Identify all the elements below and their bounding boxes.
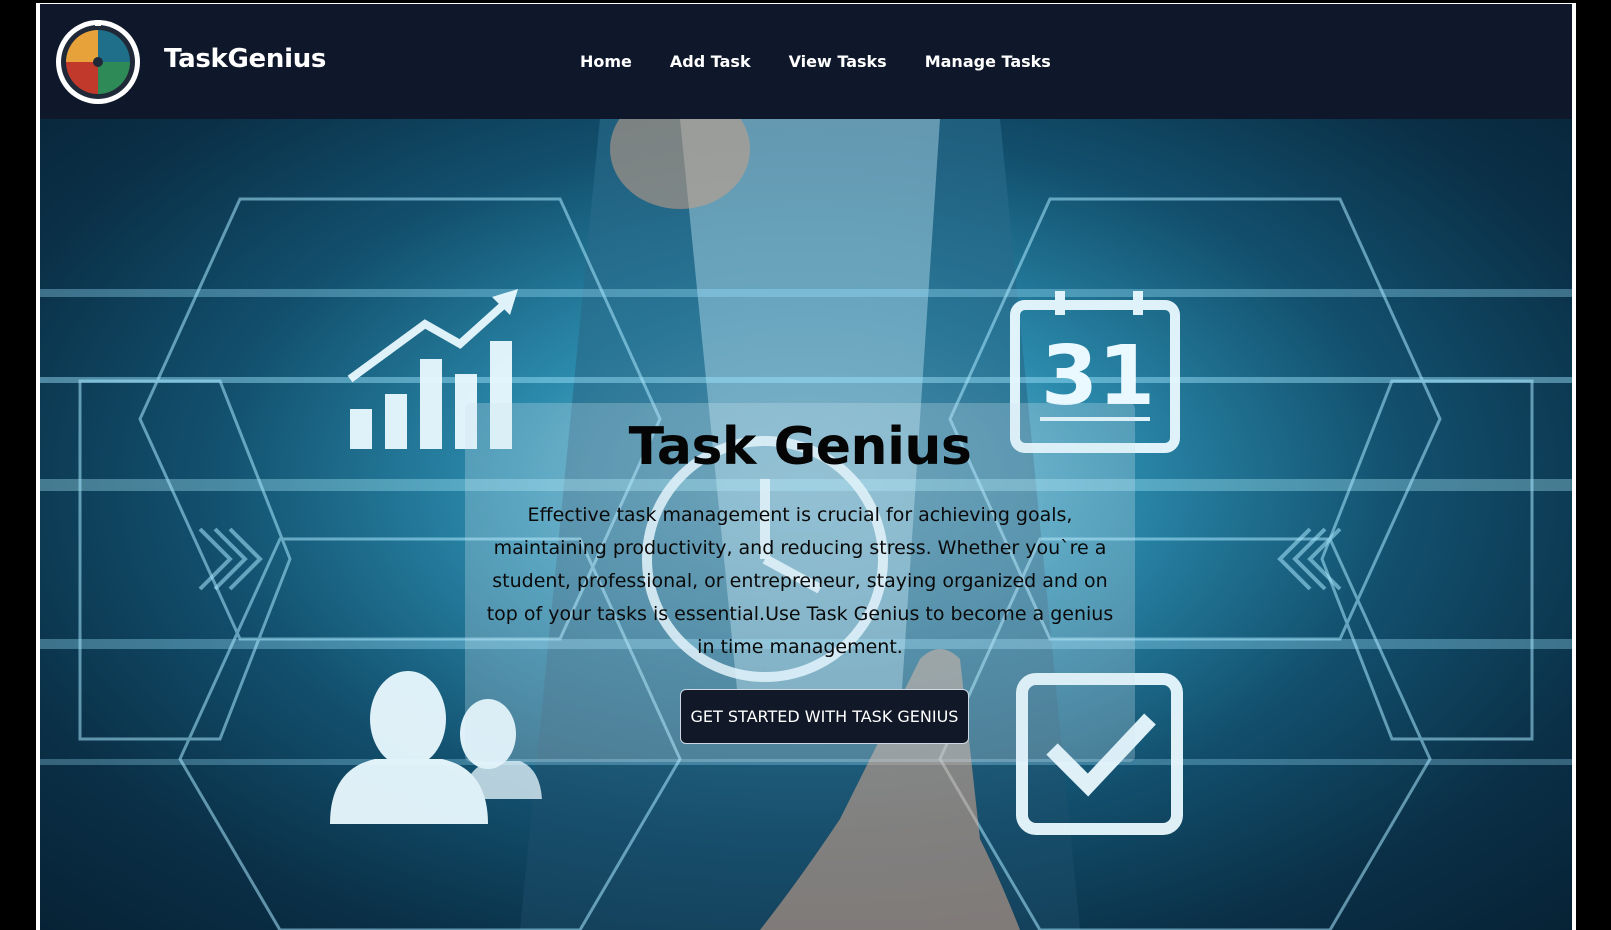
- brand-name[interactable]: TaskGenius: [164, 44, 326, 74]
- nav-manage-tasks[interactable]: Manage Tasks: [925, 52, 1051, 71]
- nav-home[interactable]: Home: [580, 52, 632, 71]
- nav-view-tasks[interactable]: View Tasks: [789, 52, 887, 71]
- main-nav: Home Add Task View Tasks Manage Tasks: [580, 52, 1051, 71]
- hero-description: Effective task management is crucial for…: [486, 504, 1114, 658]
- taskgenius-logo-icon[interactable]: [54, 18, 142, 106]
- nav-add-task[interactable]: Add Task: [670, 52, 751, 71]
- get-started-button[interactable]: GET STARTED WITH TASK GENIUS: [680, 689, 969, 744]
- hero-title: Task Genius: [628, 417, 972, 477]
- navbar: TaskGenius Home Add Task View Tasks Mana…: [40, 4, 1572, 119]
- hero-card: Task Genius Effective task management is…: [465, 403, 1135, 762]
- page-frame: TaskGenius Home Add Task View Tasks Mana…: [36, 3, 1576, 930]
- hero-section: 31 Task Genius Effective task management…: [40, 119, 1572, 930]
